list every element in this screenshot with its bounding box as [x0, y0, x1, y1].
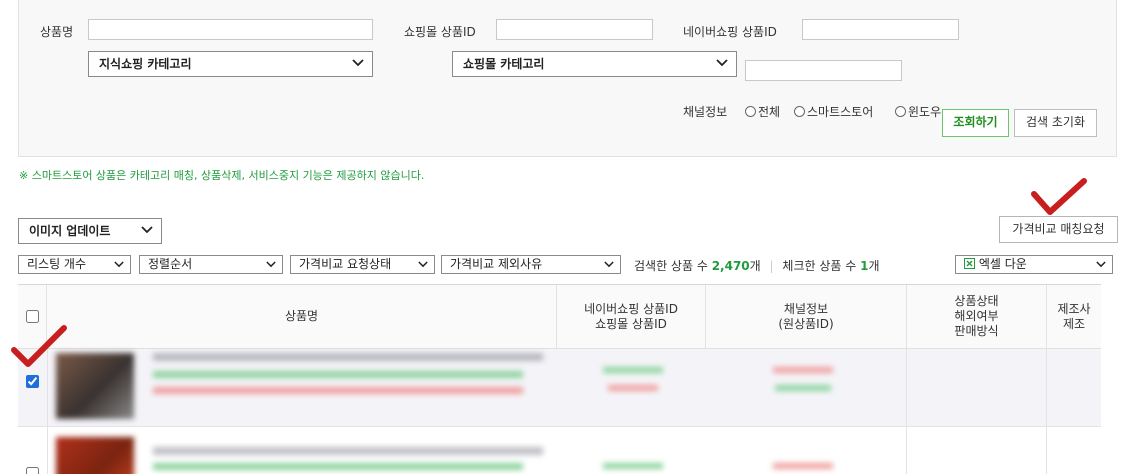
- image-update-label: 이미지 업데이트: [29, 224, 111, 238]
- image-update-select[interactable]: 이미지 업데이트: [18, 218, 162, 244]
- reset-button[interactable]: 검색 초기화: [1014, 109, 1097, 137]
- search-button[interactable]: 조회하기: [942, 109, 1009, 137]
- channel-blurred: [773, 367, 833, 373]
- mall-product-id-label: 쇼핑몰 상품ID: [404, 25, 476, 39]
- chevron-down-icon: [1096, 261, 1106, 268]
- listing-count-select[interactable]: 리스팅 개수: [18, 255, 131, 274]
- channel-option-all[interactable]: 전체: [745, 103, 780, 120]
- product-meta-blurred: [153, 463, 523, 470]
- row-checkbox[interactable]: [26, 375, 39, 388]
- chevron-down-icon: [352, 59, 364, 67]
- chevron-down-icon: [266, 261, 276, 268]
- product-thumbnail: [56, 437, 134, 474]
- price-compare-status-select[interactable]: 가격비교 요청상태: [290, 255, 435, 274]
- chevron-down-icon: [114, 261, 124, 268]
- price-compare-exclude-select[interactable]: 가격비교 제외사유: [441, 255, 621, 274]
- annotation-check-icon: [11, 325, 67, 367]
- searched-count: 2,470: [711, 259, 750, 273]
- knowledge-category-select[interactable]: 지식쇼핑 카테고리: [88, 51, 373, 77]
- product-count-summary: 검색한 상품 수 2,470개 | 체크한 상품 수 1개: [634, 259, 880, 273]
- naver-product-id-label: 네이버쇼핑 상품ID: [683, 25, 777, 39]
- knowledge-category-label: 지식쇼핑 카테고리: [99, 57, 192, 71]
- channel-blurred: [775, 385, 831, 391]
- table-row[interactable]: [18, 427, 1101, 474]
- sort-order-select[interactable]: 정렬순서: [139, 255, 283, 274]
- radio-icon[interactable]: [794, 106, 805, 117]
- channel-option-smartstore[interactable]: 스마트스토어: [794, 103, 873, 120]
- product-meta-blurred: [153, 371, 523, 378]
- product-title-blurred: [153, 447, 543, 455]
- naver-product-id-input[interactable]: [802, 19, 959, 40]
- chevron-down-icon: [604, 261, 614, 268]
- excel-download-select[interactable]: 엑셀 다운: [955, 255, 1113, 274]
- channel-blurred: [773, 463, 833, 469]
- radio-icon[interactable]: [745, 106, 756, 117]
- product-name-input[interactable]: [88, 19, 373, 40]
- divider: |: [769, 259, 774, 273]
- row-checkbox[interactable]: [26, 467, 39, 474]
- naver-id-blurred: [603, 463, 663, 469]
- table-row[interactable]: [18, 349, 1101, 427]
- header-channel: 채널정보 (원상품ID): [706, 285, 907, 348]
- channel-option-window[interactable]: 윈도우: [895, 103, 941, 120]
- product-name-label: 상품명: [40, 25, 74, 39]
- chevron-down-icon: [716, 59, 728, 67]
- header-product-name: 상품명: [47, 285, 557, 348]
- category-extra-input[interactable]: [745, 60, 902, 81]
- channel-label: 채널정보: [683, 105, 728, 119]
- header-ids: 네이버쇼핑 상품ID 쇼핑몰 상품ID: [557, 285, 706, 348]
- product-title-blurred: [153, 353, 543, 361]
- mall-product-id-input[interactable]: [496, 19, 653, 40]
- header-maker: 제조사 제조: [1057, 301, 1091, 331]
- naver-id-blurred: [603, 367, 663, 373]
- mall-category-select[interactable]: 쇼핑몰 카테고리: [452, 51, 737, 77]
- annotation-check-icon: [1031, 178, 1087, 215]
- header-status: 상품상태 해외여부 판매방식: [907, 285, 1047, 348]
- chevron-down-icon: [141, 226, 153, 234]
- mall-category-label: 쇼핑몰 카테고리: [463, 57, 545, 71]
- notice-text: ※ 스마트스토어 상품은 카테고리 매칭, 상품삭제, 서비스중지 기능은 제공…: [19, 169, 425, 182]
- product-meta-blurred: [153, 387, 523, 394]
- chevron-down-icon: [418, 261, 428, 268]
- mall-id-blurred: [608, 385, 658, 391]
- radio-icon[interactable]: [895, 106, 906, 117]
- excel-icon: [964, 258, 975, 269]
